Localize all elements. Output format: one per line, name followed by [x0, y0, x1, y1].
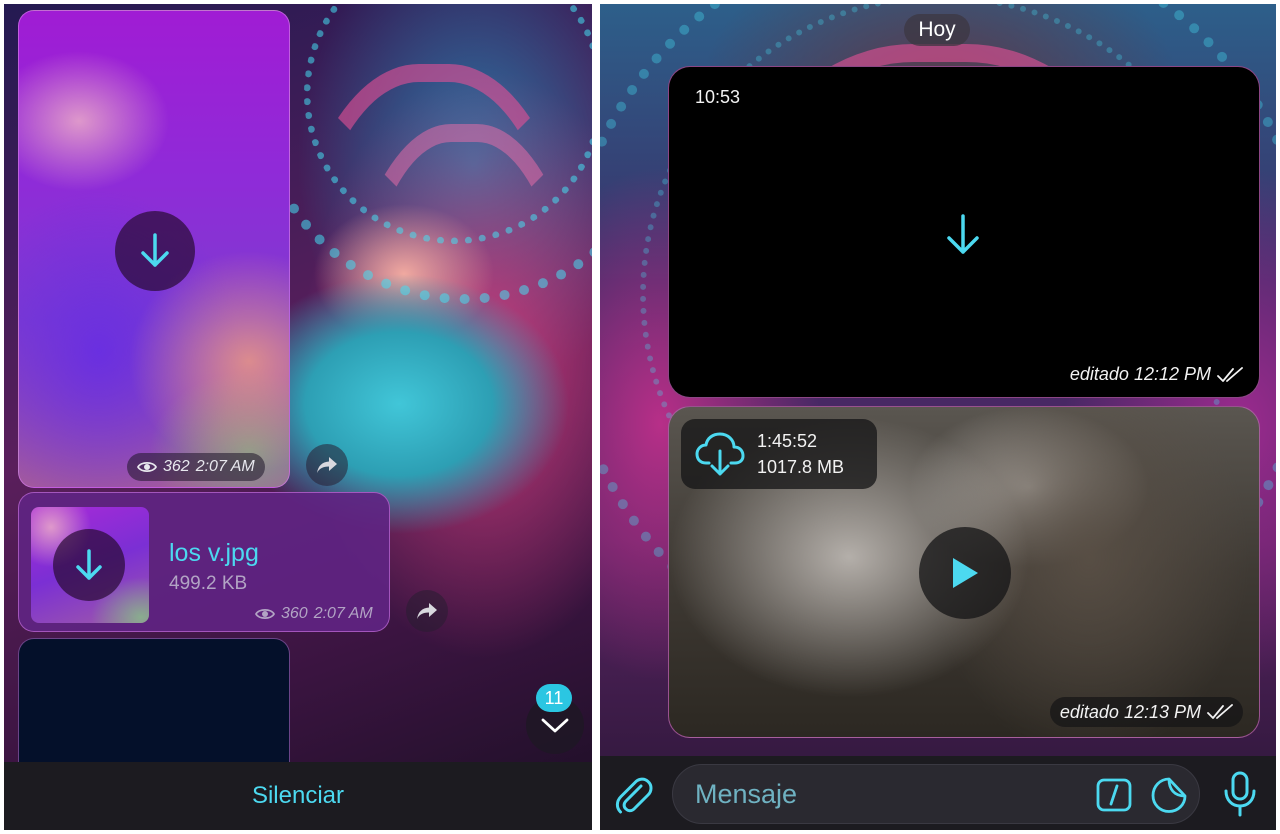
- message-time: 2:07 AM: [313, 605, 373, 622]
- edited-time: editado 12:12 PM: [1069, 364, 1211, 384]
- video-message[interactable]: 1:45:52 1017.8 MB editado 12:13 PM: [668, 406, 1260, 738]
- photo-message[interactable]: 362 2:07 AM: [18, 10, 290, 488]
- chevron-down-icon: [541, 718, 569, 733]
- slash-command-icon: [1096, 778, 1132, 812]
- share-button[interactable]: [306, 444, 348, 486]
- message-meta: editado 12:12 PM: [1070, 364, 1243, 385]
- video-message[interactable]: 10:53 editado 12:12 PM: [668, 66, 1260, 398]
- message-time: 2:07 AM: [195, 458, 255, 475]
- cloud-download-icon: [695, 432, 745, 476]
- message-meta: editado 12:13 PM: [1049, 697, 1243, 727]
- video-size: 1017.8 MB: [757, 457, 845, 477]
- double-check-icon: [1217, 366, 1243, 382]
- double-check-icon: [1207, 704, 1233, 719]
- commands-button[interactable]: [1095, 777, 1133, 813]
- microphone-icon: [1224, 771, 1256, 817]
- message-composer: [600, 756, 1276, 830]
- sticker-icon: [1151, 777, 1187, 813]
- video-info-badge[interactable]: 1:45:52 1017.8 MB: [681, 419, 877, 489]
- file-thumbnail[interactable]: [31, 507, 149, 623]
- share-arrow-icon: [317, 457, 337, 473]
- message-input-container: [672, 764, 1200, 824]
- sticker-button[interactable]: [1149, 775, 1189, 815]
- message-meta: 360 2:07 AM: [255, 605, 373, 623]
- mute-button[interactable]: Silenciar: [252, 782, 344, 810]
- play-button[interactable]: [919, 527, 1011, 619]
- message-meta: 362 2:07 AM: [127, 453, 265, 481]
- download-button[interactable]: [115, 211, 195, 291]
- right-chat-screen: Hoy 10:53 editado 12:12 PM 1:45:52 1017.…: [600, 4, 1276, 830]
- video-timestamp: 10:53: [695, 87, 741, 107]
- download-arrow-icon: [141, 233, 169, 267]
- attach-button[interactable]: [612, 774, 656, 818]
- play-icon: [953, 558, 978, 588]
- message-input[interactable]: [695, 765, 1075, 823]
- left-chat-screen: 362 2:07 AM los v.jpg 499.2 KB 360 2:07 …: [4, 4, 592, 830]
- video-duration: 1:45:52: [757, 431, 818, 451]
- media-message[interactable]: [18, 638, 290, 778]
- view-count: 362: [163, 458, 190, 475]
- paperclip-icon: [615, 777, 653, 814]
- unread-badge: 11: [536, 684, 572, 712]
- eye-icon: [255, 608, 275, 620]
- download-arrow-icon: [947, 214, 979, 254]
- file-size: 499.2 KB: [169, 573, 248, 594]
- file-message[interactable]: los v.jpg 499.2 KB 360 2:07 AM: [18, 492, 390, 632]
- file-download-button[interactable]: [53, 529, 125, 601]
- date-separator: Hoy: [904, 14, 970, 46]
- bottom-bar: Silenciar: [4, 762, 592, 830]
- file-name: los v.jpg: [169, 539, 259, 567]
- eye-icon: [137, 461, 157, 473]
- download-arrow-icon: [76, 549, 102, 580]
- download-button[interactable]: [943, 213, 983, 262]
- share-button[interactable]: [406, 590, 448, 632]
- edited-time: editado 12:13 PM: [1059, 701, 1201, 722]
- view-count: 360: [281, 605, 308, 622]
- voice-record-button[interactable]: [1218, 770, 1262, 818]
- share-arrow-icon: [417, 603, 437, 619]
